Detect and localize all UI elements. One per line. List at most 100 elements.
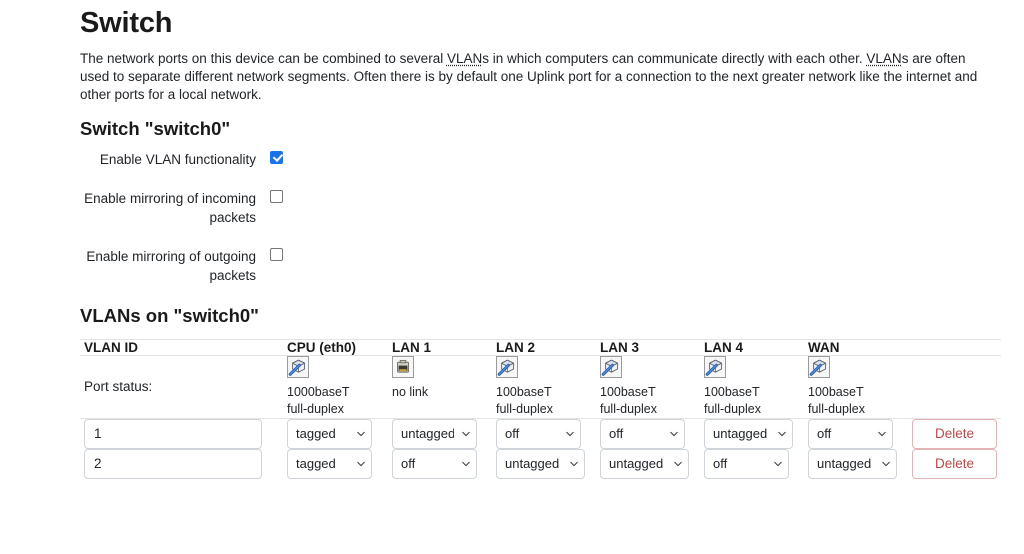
- ethernet-connected-icon: [496, 355, 518, 378]
- vlan-table: VLAN ID CPU (eth0) LAN 1 LAN 2 LAN 3 LAN…: [80, 338, 1001, 479]
- port-status-row: Port status: 1000baseT full-duplex no li…: [80, 355, 1001, 419]
- select-wrapper: offuntaggedtagged: [704, 418, 793, 449]
- port-speed-wan: 100baseT: [808, 384, 864, 399]
- column-header-actions: [912, 338, 1001, 356]
- option-row-mirror-outgoing: Enable mirroring of outgoing packets: [80, 247, 1000, 285]
- option-label-mirror-incoming: Enable mirroring of incoming packets: [84, 190, 256, 225]
- port-status-actions: [912, 355, 1001, 419]
- port-select-wan[interactable]: offuntaggedtagged: [808, 448, 897, 479]
- select-wrapper: offuntaggedtagged: [392, 448, 477, 479]
- port-select-lan4[interactable]: offuntaggedtagged: [704, 448, 789, 479]
- port-select-lan4[interactable]: offuntaggedtagged: [704, 418, 793, 449]
- port-status-cpu: 1000baseT full-duplex: [287, 355, 392, 419]
- select-wrapper: offuntaggedtagged: [808, 418, 893, 449]
- port-duplex-lan3: full-duplex: [600, 401, 657, 416]
- vlan-abbr-1: VLAN: [446, 50, 483, 66]
- ethernet-connected-icon: [287, 355, 309, 378]
- checkbox-mirror-incoming[interactable]: [270, 189, 283, 203]
- port-select-cpu[interactable]: offuntaggedtagged: [287, 448, 372, 479]
- vlan-port-cell-lan2-1: offuntaggedtagged: [496, 418, 600, 449]
- port-status-lan1: no link: [392, 355, 496, 419]
- option-control-enable-vlan: [270, 150, 283, 169]
- vlan-port-cell-lan1-2: offuntaggedtagged: [392, 448, 496, 479]
- select-wrapper: offuntaggedtagged: [600, 448, 689, 479]
- select-wrapper: offuntaggedtagged: [600, 418, 685, 449]
- vlan-id-cell-1: [80, 418, 287, 449]
- column-header-lan1: LAN 1: [392, 338, 496, 356]
- select-wrapper: offuntaggedtagged: [704, 448, 789, 479]
- option-label-enable-vlan: Enable VLAN functionality: [99, 151, 256, 167]
- select-wrapper: offuntaggedtagged: [287, 448, 372, 479]
- select-wrapper: offuntaggedtagged: [808, 448, 897, 479]
- delete-button[interactable]: Delete: [912, 418, 997, 449]
- ethernet-connected-icon: [808, 355, 830, 378]
- port-select-lan1[interactable]: offuntaggedtagged: [392, 418, 477, 449]
- ethernet-connected-icon: [600, 355, 622, 378]
- page-description: The network ports on this device can be …: [80, 50, 980, 104]
- select-wrapper: offuntaggedtagged: [496, 448, 585, 479]
- desc-part-2: s in which computers can communicate dir…: [482, 50, 867, 66]
- option-row-mirror-incoming: Enable mirroring of incoming packets: [80, 189, 1000, 227]
- vlan-id-input[interactable]: [84, 418, 262, 449]
- page-title: Switch: [80, 7, 173, 39]
- vlan-port-cell-lan1-1: offuntaggedtagged: [392, 418, 496, 449]
- switch-options-list: Enable VLAN functionality Enable mirrori…: [80, 150, 1000, 285]
- vlan-port-cell-cpu-2: offuntaggedtagged: [287, 448, 392, 479]
- switch-configuration-page: Switch The network ports on this device …: [0, 7, 1024, 479]
- port-status-wan: 100baseT full-duplex: [808, 355, 912, 419]
- port-speed-lan1: no link: [392, 384, 429, 399]
- select-wrapper: offuntaggedtagged: [287, 418, 372, 449]
- vlan-port-cell-lan2-2: offuntaggedtagged: [496, 448, 600, 479]
- column-header-vlan-id: VLAN ID: [80, 338, 287, 356]
- vlan-port-cell-lan4-2: offuntaggedtagged: [704, 448, 808, 479]
- port-duplex-lan2: full-duplex: [496, 401, 553, 416]
- switch-section-title: Switch "switch0": [80, 117, 231, 139]
- port-status-label: Port status:: [80, 355, 287, 419]
- port-duplex-lan4: full-duplex: [704, 401, 761, 416]
- port-status-lan4: 100baseT full-duplex: [704, 355, 808, 419]
- port-speed-cpu: 1000baseT: [287, 384, 350, 399]
- vlan-port-cell-cpu-1: offuntaggedtagged: [287, 418, 392, 449]
- port-duplex-wan: full-duplex: [808, 401, 865, 416]
- port-select-wan[interactable]: offuntaggedtagged: [808, 418, 893, 449]
- port-status-lan2: 100baseT full-duplex: [496, 355, 600, 419]
- vlan-port-cell-lan3-1: offuntaggedtagged: [600, 418, 704, 449]
- ethernet-connected-icon: [704, 355, 726, 378]
- column-header-lan3: LAN 3: [600, 338, 704, 356]
- vlan-id-input[interactable]: [84, 448, 262, 479]
- vlans-section-title: VLANs on "switch0": [80, 304, 259, 326]
- port-select-lan1[interactable]: offuntaggedtagged: [392, 448, 477, 479]
- port-speed-lan3: 100baseT: [600, 384, 656, 399]
- ethernet-nolink-icon: [392, 355, 414, 378]
- port-select-lan2[interactable]: offuntaggedtagged: [496, 448, 585, 479]
- vlan-actions-cell-2: Delete: [912, 448, 1001, 479]
- column-header-lan2: LAN 2: [496, 338, 600, 356]
- column-header-wan: WAN: [808, 338, 912, 356]
- option-control-mirror-incoming: [270, 189, 283, 208]
- port-select-lan3[interactable]: offuntaggedtagged: [600, 448, 689, 479]
- column-header-cpu: CPU (eth0): [287, 338, 392, 356]
- vlan-id-cell-2: [80, 448, 287, 479]
- port-select-lan2[interactable]: offuntaggedtagged: [496, 418, 581, 449]
- port-speed-lan4: 100baseT: [704, 384, 760, 399]
- option-label-mirror-outgoing: Enable mirroring of outgoing packets: [86, 248, 256, 283]
- vlan-port-cell-lan4-1: offuntaggedtagged: [704, 418, 808, 449]
- vlan-port-cell-lan3-2: offuntaggedtagged: [600, 448, 704, 479]
- vlan-abbr-2: VLAN: [866, 50, 902, 66]
- vlan-port-cell-wan-2: offuntaggedtagged: [808, 448, 912, 479]
- column-header-lan4: LAN 4: [704, 338, 808, 356]
- table-row: offuntaggedtagged offuntaggedtagged offu…: [80, 418, 1001, 449]
- checkbox-enable-vlan[interactable]: [270, 150, 283, 164]
- port-status-lan3: 100baseT full-duplex: [600, 355, 704, 419]
- delete-button[interactable]: Delete: [912, 448, 997, 479]
- select-wrapper: offuntaggedtagged: [392, 418, 477, 449]
- checkbox-mirror-outgoing[interactable]: [270, 247, 283, 261]
- table-row: offuntaggedtagged offuntaggedtagged offu…: [80, 448, 1001, 479]
- port-select-cpu[interactable]: offuntaggedtagged: [287, 418, 372, 449]
- vlan-actions-cell-1: Delete: [912, 418, 1001, 449]
- select-wrapper: offuntaggedtagged: [496, 418, 581, 449]
- port-speed-lan2: 100baseT: [496, 384, 552, 399]
- vlan-port-cell-wan-1: offuntaggedtagged: [808, 418, 912, 449]
- port-duplex-cpu: full-duplex: [287, 401, 344, 416]
- port-select-lan3[interactable]: offuntaggedtagged: [600, 418, 685, 449]
